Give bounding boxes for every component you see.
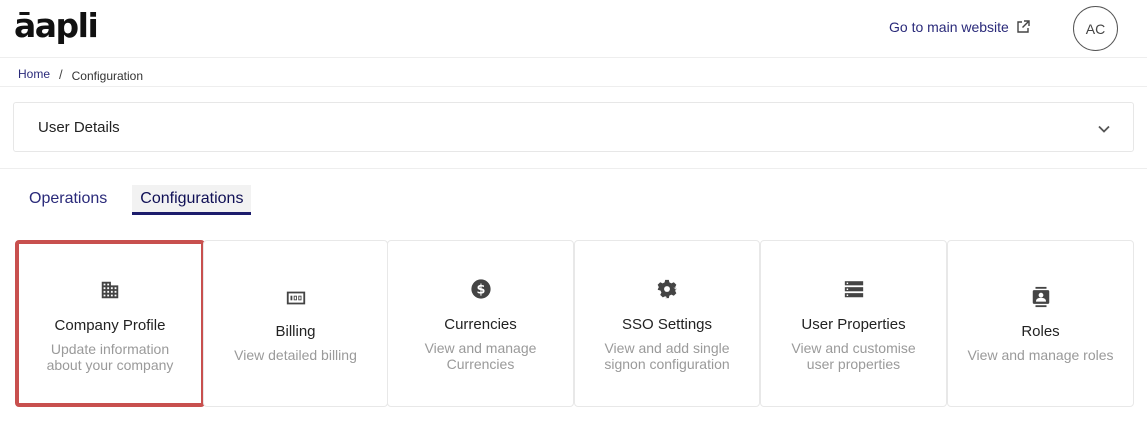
external-link-icon (1017, 20, 1030, 33)
card-sso-settings[interactable]: SSO Settings View and add single signon … (574, 240, 760, 407)
accordion-title: User Details (38, 118, 120, 136)
aapli-logo[interactable]: āapli (14, 6, 99, 45)
card-description: Update information (50, 341, 170, 357)
svg-text:$: $ (476, 283, 485, 298)
card-title: Currencies (444, 316, 517, 333)
contact-icon (1032, 286, 1049, 308)
divider (0, 86, 1147, 87)
gear-icon (657, 279, 677, 299)
card-description: View and add single (604, 340, 730, 356)
card-description: View and manage roles (967, 347, 1114, 363)
card-title: SSO Settings (621, 316, 713, 333)
breadcrumb: Home / Configuration (18, 63, 143, 85)
breadcrumb-home[interactable]: Home (18, 67, 50, 81)
building-icon (101, 281, 119, 299)
card-company-profile[interactable]: Company Profile Update information about… (15, 240, 205, 407)
tab-configurations[interactable]: Configurations (132, 185, 252, 215)
card-description: View and customise (791, 340, 916, 356)
breadcrumb-separator: / (59, 66, 63, 82)
card-title: Billing (275, 323, 316, 340)
card-description: View detailed billing (234, 347, 357, 363)
main-website-label: Go to main website (889, 19, 1009, 35)
card-description: signon configuration (604, 356, 730, 372)
card-description: View and manage (424, 340, 537, 356)
user-avatar[interactable]: AC (1073, 6, 1118, 51)
card-title: Company Profile (54, 317, 166, 334)
card-roles[interactable]: Roles View and manage roles (947, 240, 1134, 407)
card-user-properties[interactable]: User Properties View and customise user … (760, 240, 947, 407)
card-description: Currencies (446, 356, 515, 372)
card-title: Roles (1021, 323, 1060, 340)
breadcrumb-current: Configuration (71, 68, 144, 83)
go-to-main-website-link[interactable]: Go to main website (889, 19, 1030, 35)
card-description: user properties (806, 356, 901, 372)
card-currencies[interactable]: $ Currencies View and manage Currencies (387, 240, 574, 407)
chevron-down-icon (1098, 125, 1110, 133)
card-description: about your company (46, 357, 174, 373)
card-billing[interactable]: Billing View detailed billing (203, 240, 388, 407)
divider (0, 168, 1147, 169)
top-header: āapli Go to main website AC (0, 0, 1147, 58)
card-title: User Properties (801, 316, 906, 333)
dollar-icon: $ (470, 279, 491, 299)
tab-operations[interactable]: Operations (16, 185, 120, 215)
list-icon (844, 281, 863, 298)
billing-icon (286, 291, 305, 305)
tab-bar: Operations Configurations (16, 185, 252, 215)
user-details-accordion[interactable]: User Details (13, 102, 1134, 152)
